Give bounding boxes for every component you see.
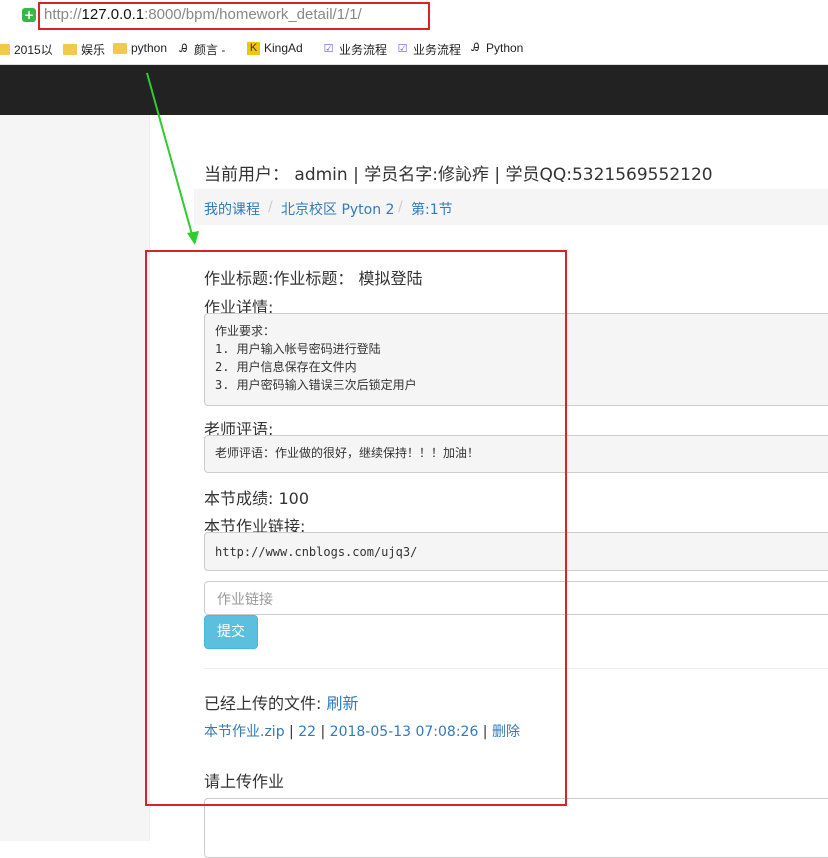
- breadcrumb: 我的课程 / 北京校区 Pyton 2 / 第:1节: [194, 189, 828, 225]
- current-user-name: admin: [294, 165, 348, 185]
- folder-icon: [113, 42, 127, 54]
- student-info: | 学员名字:修訫痄 | 学员QQ:5321569552120: [347, 165, 713, 185]
- sidebar: [0, 115, 150, 841]
- bookmark-item[interactable]: 2015以: [0, 41, 53, 58]
- site-icon: K: [247, 41, 260, 55]
- bookmark-item[interactable]: python: [113, 41, 167, 55]
- site-icon: Ꭿ: [179, 43, 188, 55]
- site-icon: ☑: [323, 43, 334, 55]
- breadcrumb-lesson[interactable]: 第:1节: [411, 199, 453, 219]
- bookmark-item[interactable]: ☑ 业务流程: [396, 41, 461, 58]
- breadcrumb-course[interactable]: 北京校区 Pyton 2: [281, 199, 394, 219]
- bookmark-item[interactable]: Ꭿ 颜言 -: [177, 41, 226, 58]
- bookmark-item[interactable]: K KingAd: [247, 41, 303, 55]
- site-icon: Ꭿ: [471, 41, 480, 54]
- secure-shield-icon: +: [22, 8, 36, 22]
- top-navbar: [0, 65, 828, 115]
- upload-dropzone[interactable]: [204, 798, 828, 858]
- bookmarks-bar: 2015以 娱乐 python Ꭿ 颜言 - K KingAd ☑ 业务流程 ☑ 业务流…: [0, 34, 828, 65]
- current-user-line: 当前用户： admin | 学员名字:修訫痄 | 学员QQ:5321569552…: [204, 160, 713, 185]
- annotation-box-homework: [145, 250, 567, 806]
- annotation-box-url: [38, 2, 430, 30]
- site-icon: ☑: [397, 43, 408, 55]
- current-user-label: 当前用户：: [204, 165, 289, 185]
- bookmark-item[interactable]: 娱乐: [63, 41, 105, 58]
- folder-icon: [63, 44, 77, 55]
- bookmark-item[interactable]: Ꭿ Python: [469, 41, 524, 55]
- folder-icon: [0, 44, 10, 55]
- breadcrumb-my-courses[interactable]: 我的课程: [204, 199, 260, 219]
- bookmark-item[interactable]: ☑ 业务流程: [322, 41, 387, 58]
- breadcrumb-separator: /: [268, 199, 273, 215]
- breadcrumb-separator: /: [398, 199, 403, 215]
